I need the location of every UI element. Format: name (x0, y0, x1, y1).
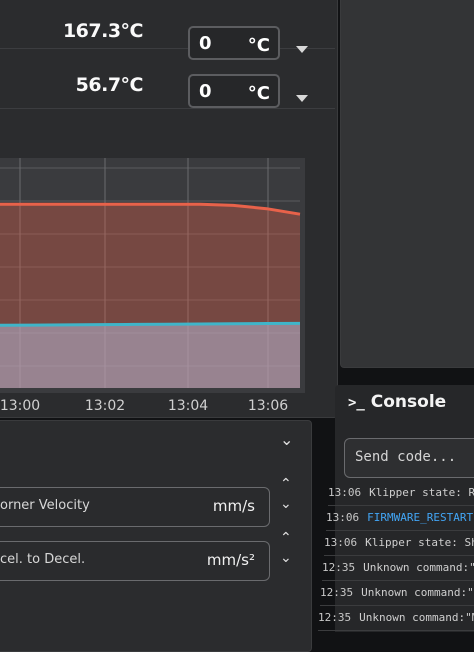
field-label: cel. to Decel. (0, 552, 86, 567)
console-entry: 13:06 FIRMWARE_RESTART (326, 505, 474, 531)
heater-row-extruder: 167.3°C 0 °C (0, 4, 335, 60)
series-area (0, 323, 300, 388)
field-unit: mm/s (212, 497, 255, 515)
field-label: orner Velocity (0, 498, 90, 513)
console-entry: 12:35 Unknown command:"M2 (318, 605, 474, 631)
terminal-icon: >_ (348, 395, 365, 411)
entry-message[interactable]: FIRMWARE_RESTART (367, 511, 473, 524)
current-temp: 56.7°C (75, 74, 144, 96)
current-temp: 167.3°C (62, 20, 144, 42)
console-entry: 13:06 Klipper state: Sh (324, 530, 474, 556)
settings-panel (0, 420, 312, 652)
x-tick-label: 13:02 (85, 398, 125, 414)
target-value: 0 (199, 33, 212, 54)
x-tick-label: 13:00 (0, 398, 40, 414)
entry-time: 12:35 (320, 586, 354, 599)
console-header: >_ Console (348, 392, 446, 412)
side-panel (340, 0, 474, 368)
increment-icon[interactable]: ⌃ (280, 476, 292, 492)
entry-time: 12:35 (322, 561, 356, 574)
target-value: 0 (199, 81, 212, 102)
entry-time: 12:35 (318, 611, 352, 624)
entry-message: Unknown command:"M2 (359, 611, 474, 624)
entry-time: 13:06 (328, 486, 362, 499)
send-code-placeholder: Send code... (355, 449, 457, 465)
entry-message: Unknown command:"M2 (361, 586, 474, 599)
square-corner-velocity-field[interactable]: orner Velocity mm/s (0, 487, 270, 527)
temperature-chart: 13:00 13:02 13:04 13:06 (0, 158, 305, 414)
target-temp-input[interactable]: 0 °C (188, 74, 280, 108)
chevron-down-icon[interactable] (296, 46, 308, 53)
target-unit: °C (247, 35, 270, 56)
console-entry: 13:06 Klipper state: R (328, 480, 474, 506)
chevron-down-icon[interactable] (296, 95, 308, 102)
series-line (0, 321, 301, 327)
entry-message: Klipper state: R (369, 486, 474, 499)
entry-message: Unknown command:"M2 (363, 561, 474, 574)
x-tick-label: 13:04 (168, 398, 208, 414)
chevron-down-icon[interactable]: ⌄ (280, 430, 293, 449)
console-title: Console (370, 392, 447, 412)
decrement-icon[interactable]: ⌄ (280, 496, 292, 512)
field-unit: mm/s² (206, 551, 255, 569)
decrement-icon[interactable]: ⌄ (280, 550, 292, 566)
heater-row-bed: 56.7°C 0 °C (0, 64, 335, 109)
increment-icon[interactable]: ⌃ (280, 530, 292, 546)
x-tick-label: 13:06 (248, 398, 288, 414)
send-code-input[interactable]: Send code... (344, 438, 474, 478)
target-temp-input[interactable]: 0 °C (188, 26, 280, 60)
target-unit: °C (247, 83, 270, 104)
entry-message: Klipper state: Sh (365, 536, 474, 549)
console-entry: 12:35 Unknown command:"M2 (320, 580, 474, 606)
entry-time: 13:06 (324, 536, 358, 549)
accel-to-decel-field[interactable]: cel. to Decel. mm/s² (0, 541, 270, 581)
entry-time: 13:06 (326, 511, 360, 524)
console-entry: 12:35 Unknown command:"M2 (322, 555, 474, 581)
